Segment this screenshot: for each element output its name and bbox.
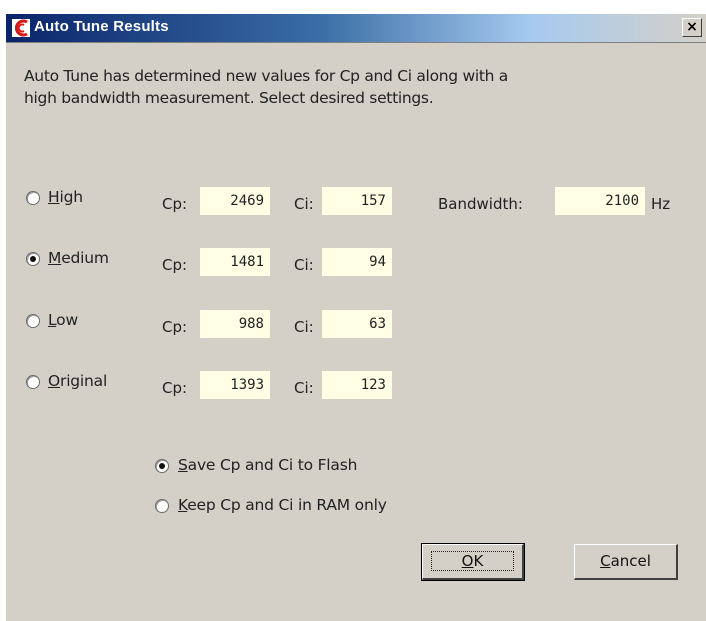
cp-label-high: Cp: — [162, 195, 188, 213]
label-keep-rest: eep Cp and Ci in RAM only — [187, 496, 387, 514]
intro-line-1: Auto Tune has determined new values for … — [24, 67, 508, 85]
close-button[interactable]: × — [682, 18, 702, 37]
cp-field-low[interactable]: 988 — [200, 310, 270, 338]
radio-original[interactable] — [26, 375, 40, 389]
radio-low[interactable] — [26, 314, 40, 328]
label-medium-mnemonic: M — [48, 249, 62, 267]
radio-high[interactable] — [26, 191, 40, 205]
label-original[interactable]: Original — [48, 372, 107, 390]
cp-field-high[interactable]: 2469 — [200, 187, 270, 215]
intro-text: Auto Tune has determined new values for … — [24, 65, 664, 109]
bandwidth-label: Bandwidth: — [438, 195, 523, 213]
label-low-rest: ow — [56, 311, 78, 329]
radio-medium[interactable] — [26, 252, 40, 266]
cancel-button[interactable]: Cancel — [574, 544, 678, 580]
ci-field-medium[interactable]: 94 — [322, 248, 392, 276]
label-save-mnemonic: S — [178, 456, 188, 474]
radio-save-to-flash[interactable] — [155, 459, 169, 473]
label-high-mnemonic: H — [48, 188, 60, 206]
label-original-rest: riginal — [60, 372, 108, 390]
ci-field-low[interactable]: 63 — [322, 310, 392, 338]
label-medium-rest: edium — [61, 249, 109, 267]
ok-focus-ring — [431, 551, 514, 571]
radio-keep-in-ram[interactable] — [155, 499, 169, 513]
ci-label-low: Ci: — [294, 318, 314, 336]
cp-label-original: Cp: — [162, 379, 188, 397]
ci-field-original[interactable]: 123 — [322, 371, 392, 399]
label-low-mnemonic: L — [48, 311, 57, 329]
ci-field-high[interactable]: 157 — [322, 187, 392, 215]
ok-button[interactable]: OK — [421, 543, 525, 581]
cp-field-medium[interactable]: 1481 — [200, 248, 270, 276]
intro-line-2: high bandwidth measurement. Select desir… — [24, 89, 434, 107]
label-high-rest: igh — [59, 188, 83, 206]
ci-label-medium: Ci: — [294, 256, 314, 274]
cancel-mnemonic: C — [600, 552, 611, 570]
title-bar[interactable]: Auto Tune Results × — [6, 14, 706, 43]
label-keep-in-ram[interactable]: Keep Cp and Ci in RAM only — [178, 496, 387, 514]
bandwidth-unit: Hz — [651, 195, 671, 213]
window-title: Auto Tune Results — [34, 18, 169, 35]
label-save-rest: ave Cp and Ci to Flash — [187, 456, 358, 474]
label-original-mnemonic: O — [48, 372, 61, 390]
cp-label-low: Cp: — [162, 318, 188, 336]
label-medium[interactable]: Medium — [48, 249, 109, 267]
ci-label-high: Ci: — [294, 195, 314, 213]
cp-label-medium: Cp: — [162, 256, 188, 274]
auto-tune-results-dialog: Auto Tune Results × Auto Tune has determ… — [6, 14, 706, 621]
bandwidth-field: 2100 — [555, 187, 645, 215]
label-high[interactable]: High — [48, 188, 83, 206]
label-save-to-flash[interactable]: Save Cp and Ci to Flash — [178, 456, 357, 474]
cancel-rest: ancel — [610, 552, 651, 570]
label-keep-mnemonic: K — [178, 496, 188, 514]
label-low[interactable]: Low — [48, 311, 78, 329]
app-logo-icon — [12, 19, 30, 37]
ci-label-original: Ci: — [294, 379, 314, 397]
cp-field-original[interactable]: 1393 — [200, 371, 270, 399]
